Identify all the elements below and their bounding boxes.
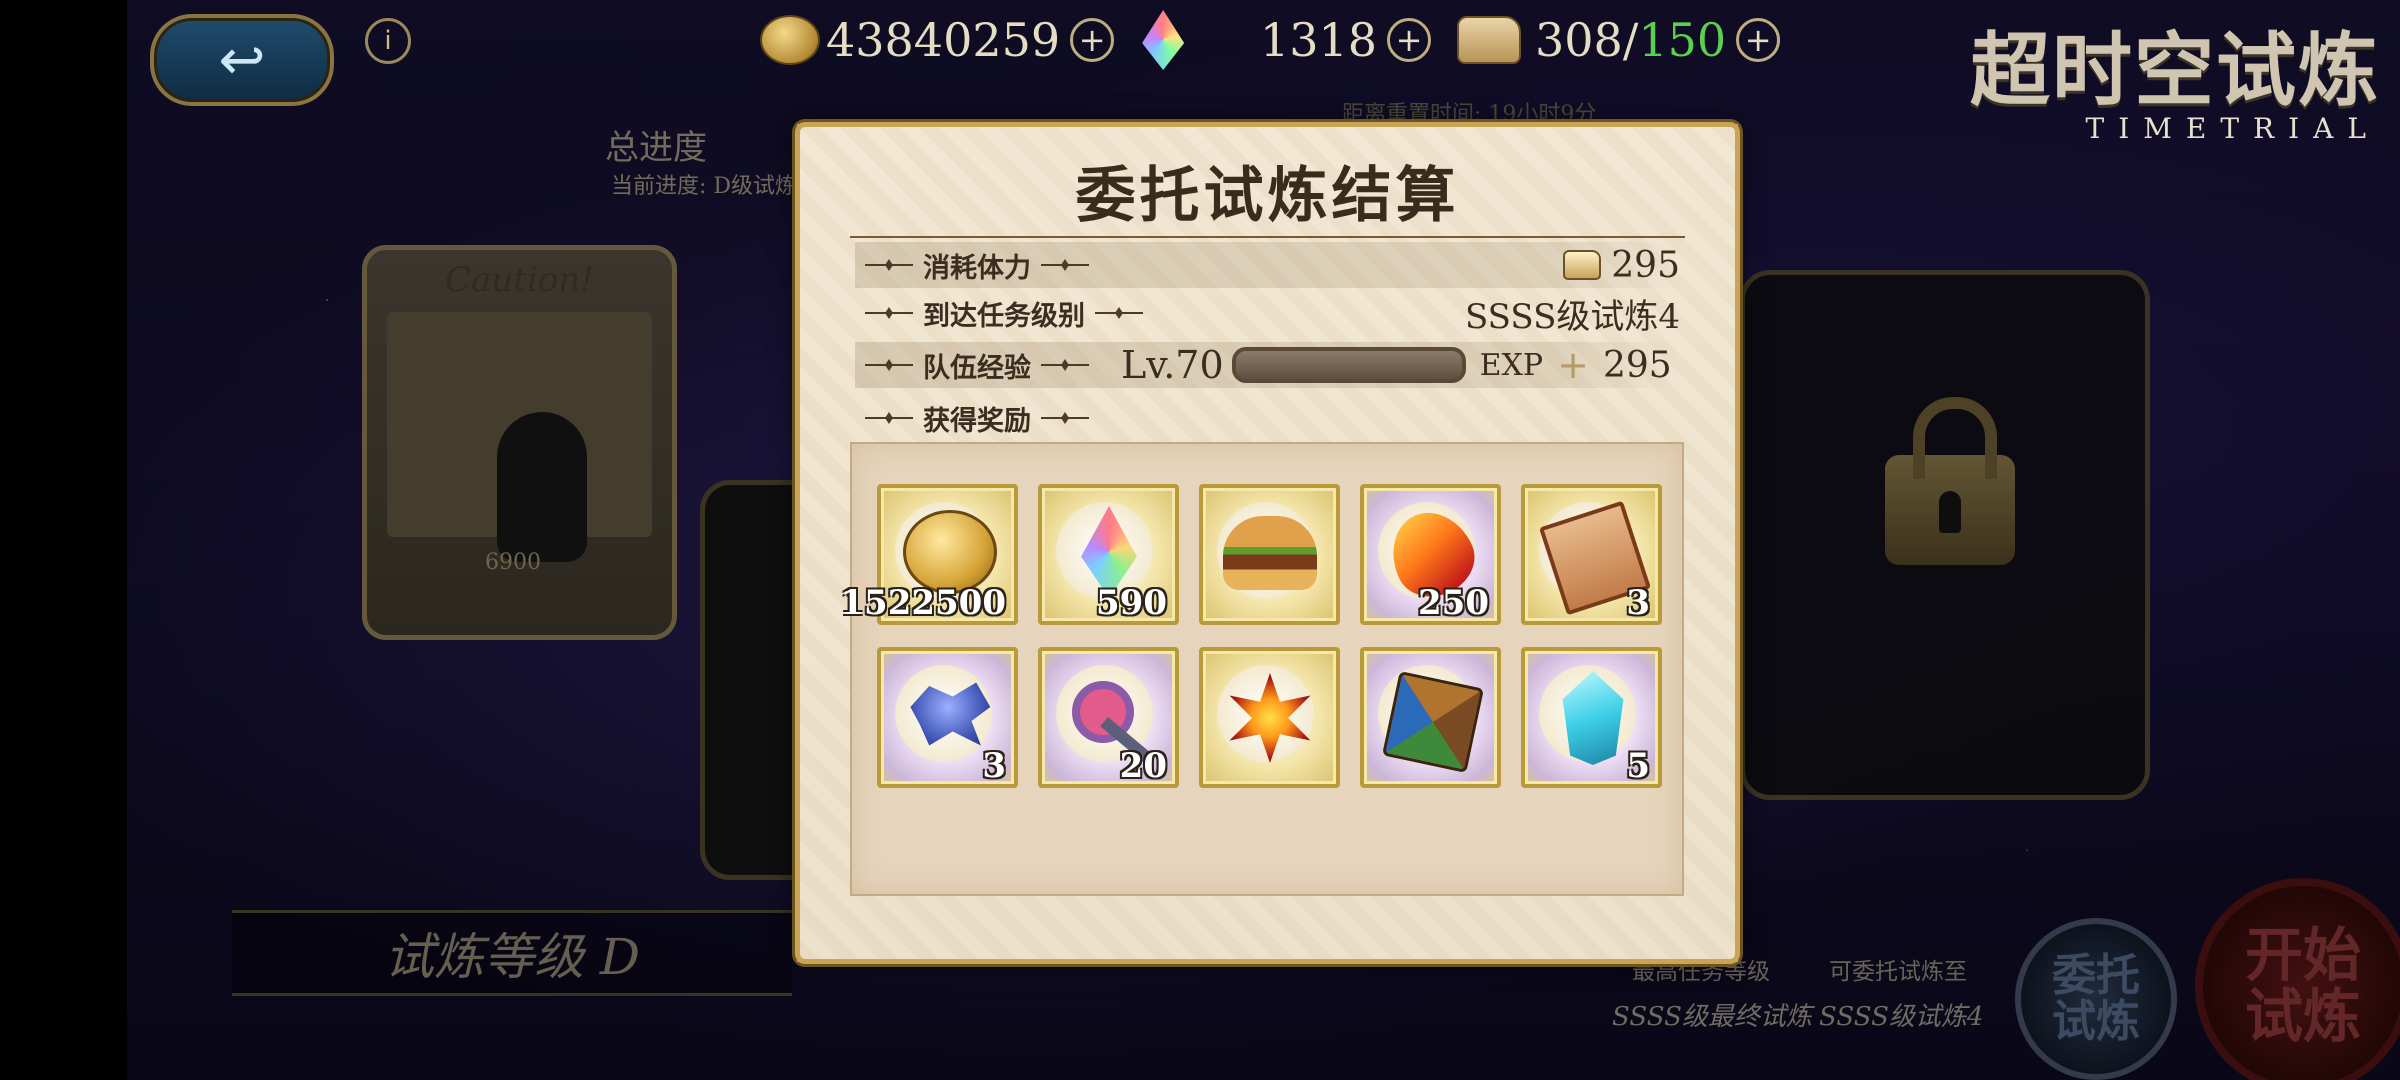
reward-quantity: 1522500 — [840, 583, 1006, 623]
info-button[interactable]: i — [365, 18, 411, 64]
gem-icon — [1142, 10, 1185, 70]
team-exp-row: 队伍经验 Lv.70 EXP + 295 — [855, 342, 1680, 388]
stamina-cost-value: 295 — [1611, 244, 1680, 286]
reward-item[interactable]: 5 — [1521, 647, 1662, 788]
exp-plus-icon: + — [1557, 343, 1589, 387]
rewards-panel: 1522500 590 250 3 3 20 5 — [840, 442, 1684, 896]
add-stamina-button[interactable]: + — [1736, 18, 1781, 62]
gold-counter: 43840259 + — [760, 8, 1190, 72]
reward-quantity: 5 — [1626, 746, 1650, 786]
team-level: Lv.70 — [1121, 343, 1224, 387]
reward-item[interactable]: 20 — [1038, 647, 1179, 788]
gold-amount: 43840259 — [826, 13, 1061, 67]
modal-title: 委托试炼结算 — [1075, 161, 1460, 231]
reward-item[interactable]: 250 — [1360, 484, 1501, 625]
stamina-cost-row: 消耗体力 295 — [855, 242, 1680, 288]
ornament-icon — [865, 364, 913, 366]
ornament-icon — [1041, 364, 1089, 366]
reward-quantity: 20 — [1119, 746, 1167, 786]
info-icon: i — [384, 26, 392, 56]
gem-counter: 1318 + — [1260, 8, 1527, 72]
modal-corner-ornament — [1701, 925, 1738, 962]
team-exp-label: 队伍经验 — [923, 352, 1031, 384]
exp-label: EXP — [1479, 347, 1544, 383]
entrust-result-modal: 委托试炼结算 消耗体力 295 到达任务级别 SSSS级试炼4 队伍经验 Lv.… — [795, 122, 1740, 964]
reached-level-label: 到达任务级别 — [923, 300, 1085, 332]
ornament-icon — [865, 264, 913, 266]
gold-coin-icon — [903, 510, 997, 594]
reward-item[interactable] — [1360, 647, 1501, 788]
reward-item[interactable] — [1199, 484, 1340, 625]
reward-item[interactable]: 1522500 — [840, 484, 1018, 625]
ornament-icon — [1041, 264, 1089, 266]
reward-quantity: 3 — [1626, 583, 1650, 623]
reward-quantity: 3 — [982, 746, 1006, 786]
exp-gained-value: 295 — [1602, 344, 1672, 386]
stamina-separator: / — [1622, 13, 1639, 67]
stamina-counter: 308 / 150 + — [1535, 8, 1781, 72]
stamina-bread-icon — [1563, 250, 1602, 280]
modal-corner-ornament — [797, 925, 834, 962]
reward-item[interactable]: 590 — [1038, 484, 1179, 625]
rewards-header-row: 获得奖励 — [855, 395, 1680, 441]
logo-chinese: 超时空试炼 — [1970, 23, 2380, 117]
back-button[interactable]: ↩ — [150, 14, 334, 106]
top-bar: ↩ i 43840259 + 1318 + 308 / 150 + 超时空试炼 … — [0, 0, 2400, 145]
exp-progress-bar — [1231, 347, 1466, 383]
gold-coin-icon — [760, 15, 820, 65]
stamina-bread-icon — [1457, 16, 1522, 64]
reached-level-value: SSSS级试炼4 — [1464, 296, 1680, 337]
stamina-cost-label: 消耗体力 — [923, 252, 1031, 284]
reward-quantity: 250 — [1418, 583, 1489, 623]
stamina-current: 308 — [1535, 13, 1623, 67]
burger-icon — [1223, 516, 1317, 590]
rewards-grid: 1522500 590 250 3 3 20 5 — [840, 484, 1662, 788]
reward-item[interactable] — [1199, 647, 1340, 788]
ornament-icon — [865, 417, 913, 419]
reached-level-row: 到达任务级别 SSSS级试炼4 — [855, 290, 1680, 337]
reward-item[interactable]: 3 — [877, 647, 1018, 788]
reward-quantity: 590 — [1096, 583, 1167, 623]
add-gem-button[interactable]: + — [1387, 18, 1432, 62]
back-arrow-icon: ↩ — [218, 27, 266, 93]
timetrial-logo: 超时空试炼 TIMETRIAL — [1970, 6, 2380, 145]
ornament-icon — [865, 312, 913, 314]
add-gold-button[interactable]: + — [1070, 18, 1115, 62]
elemental-cube-icon — [1381, 670, 1485, 774]
ornament-icon — [1041, 417, 1089, 419]
ornament-icon — [1095, 312, 1143, 314]
stamina-max: 150 — [1638, 13, 1727, 67]
rewards-label: 获得奖励 — [923, 405, 1031, 437]
reward-item[interactable]: 3 — [1521, 484, 1662, 625]
gem-amount: 1318 — [1260, 13, 1378, 67]
